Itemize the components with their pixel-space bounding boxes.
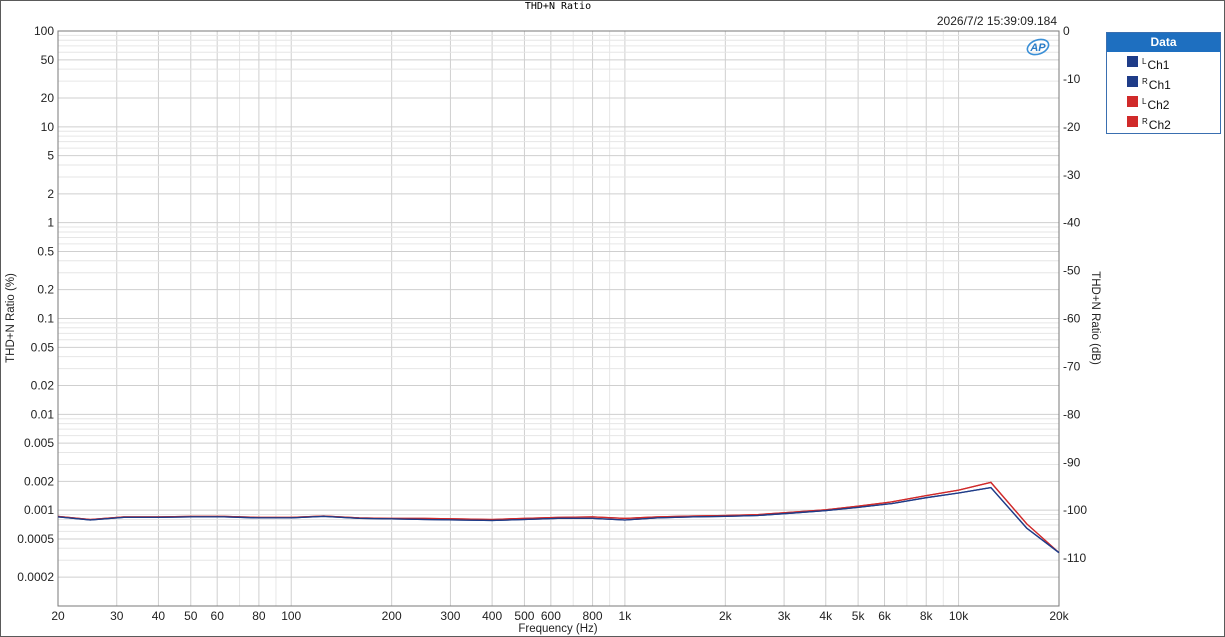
x-tick-label: 40 bbox=[152, 609, 166, 623]
y-left-tick-label: 0.2 bbox=[37, 283, 54, 297]
y-right-tick-label: -60 bbox=[1063, 312, 1081, 326]
x-tick-label: 500 bbox=[514, 609, 534, 623]
y-right-tick-label: -10 bbox=[1063, 72, 1081, 86]
legend-label: RCh2 bbox=[1142, 112, 1171, 135]
y-right-tick-label: -110 bbox=[1063, 551, 1086, 565]
y-left-tick-label: 2 bbox=[47, 187, 54, 201]
legend-channel: L bbox=[1142, 57, 1147, 66]
y-axis-left-ticks: 100 50 20 10 5 2 1 0.5 0.2 0.1 0.05 0.02 0.01 0.005 0.… bbox=[17, 24, 54, 584]
legend-item[interactable]: RCh2 bbox=[1107, 112, 1220, 132]
chart-title: THD+N Ratio bbox=[525, 1, 591, 12]
x-tick-label: 50 bbox=[184, 609, 198, 623]
ap-logo-text: AP bbox=[1029, 42, 1046, 54]
x-tick-label: 400 bbox=[482, 609, 502, 623]
legend-channel: L bbox=[1142, 97, 1147, 106]
x-axis-label: Frequency (Hz) bbox=[518, 623, 597, 635]
legend: Data LCh1 RCh1 LCh2 RCh2 bbox=[1106, 32, 1221, 134]
y-right-tick-label: -100 bbox=[1063, 503, 1087, 517]
x-tick-label: 300 bbox=[440, 609, 460, 623]
y-left-tick-label: 0.0005 bbox=[17, 532, 54, 546]
y-left-tick-label: 20 bbox=[41, 91, 55, 105]
legend-series-name: Ch2 bbox=[1148, 118, 1171, 132]
x-tick-label: 30 bbox=[110, 609, 124, 623]
x-tick-label: 200 bbox=[382, 609, 402, 623]
y-left-tick-label: 0.5 bbox=[37, 245, 54, 259]
series-line-r-ch1 bbox=[57, 486, 1060, 554]
x-tick-label: 4k bbox=[819, 609, 833, 623]
y-axis-left-label: THD+N Ratio (%) bbox=[5, 273, 17, 363]
legend-item[interactable]: RCh1 bbox=[1107, 72, 1220, 92]
x-tick-label: 20k bbox=[1049, 609, 1069, 623]
grid bbox=[57, 31, 1060, 607]
y-left-tick-label: 0.02 bbox=[31, 378, 55, 392]
x-tick-label: 10k bbox=[949, 609, 969, 623]
x-tick-label: 8k bbox=[920, 609, 934, 623]
x-tick-label: 20 bbox=[51, 609, 65, 623]
y-right-tick-label: -20 bbox=[1063, 120, 1081, 134]
y-right-tick-label: -80 bbox=[1063, 407, 1081, 421]
y-right-tick-label: 0 bbox=[1063, 24, 1070, 38]
y-left-tick-label: 0.1 bbox=[37, 312, 54, 326]
x-tick-label: 100 bbox=[281, 609, 301, 623]
y-right-tick-label: -30 bbox=[1063, 168, 1081, 182]
x-axis-ticks: 20 30 40 50 60 80 100 200 300 400 500 600 800 1k 2k 3k 4… bbox=[51, 609, 1069, 623]
y-left-tick-label: 5 bbox=[47, 149, 54, 163]
legend-series-name: Ch1 bbox=[1147, 58, 1170, 72]
legend-series-name: Ch2 bbox=[1147, 98, 1170, 112]
y-left-tick-label: 10 bbox=[41, 120, 55, 134]
y-left-tick-label: 0.001 bbox=[24, 503, 54, 517]
legend-title: Data bbox=[1107, 33, 1220, 52]
legend-swatch bbox=[1127, 56, 1138, 67]
legend-swatch bbox=[1127, 96, 1138, 107]
y-right-tick-label: -70 bbox=[1063, 359, 1081, 373]
legend-channel: R bbox=[1142, 117, 1148, 126]
y-left-tick-label: 50 bbox=[41, 53, 55, 67]
y-left-tick-label: 100 bbox=[34, 24, 54, 38]
x-tick-label: 1k bbox=[619, 609, 633, 623]
x-tick-label: 3k bbox=[778, 609, 792, 623]
y-axis-right-label: THD+N Ratio (dB) bbox=[1089, 271, 1101, 365]
legend-item[interactable]: LCh2 bbox=[1107, 92, 1220, 112]
y-left-tick-label: 1 bbox=[47, 216, 54, 230]
y-right-tick-label: -40 bbox=[1063, 216, 1081, 230]
y-left-tick-label: 0.01 bbox=[31, 407, 55, 421]
timestamp: 2026/7/2 15:39:09.184 bbox=[937, 14, 1057, 28]
y-left-tick-label: 0.002 bbox=[24, 474, 54, 488]
y-axis-right-ticks: 0 -10 -20 -30 -40 -50 -60 -70 -80 -90 -100 -110 bbox=[1063, 24, 1087, 565]
ap-logo: AP bbox=[1026, 38, 1050, 56]
legend-series-name: Ch1 bbox=[1148, 78, 1171, 92]
y-right-tick-label: -50 bbox=[1063, 264, 1081, 278]
legend-channel: R bbox=[1142, 77, 1148, 86]
y-left-tick-label: 0.0002 bbox=[17, 570, 54, 584]
x-tick-label: 80 bbox=[252, 609, 266, 623]
chart-canvas: THD+N Ratio 2026/7/2 15:39:09.184 20 30 40… bbox=[5, 1, 1101, 635]
legend-swatch bbox=[1127, 76, 1138, 87]
y-right-tick-label: -90 bbox=[1063, 455, 1081, 469]
series-layer bbox=[57, 481, 1060, 554]
x-tick-label: 60 bbox=[211, 609, 225, 623]
legend-items: LCh1 RCh1 LCh2 RCh2 bbox=[1107, 52, 1220, 132]
x-tick-label: 5k bbox=[852, 609, 866, 623]
x-tick-label: 6k bbox=[878, 609, 892, 623]
x-tick-label: 600 bbox=[541, 609, 561, 623]
series-line-l-ch1 bbox=[57, 486, 1060, 554]
legend-swatch bbox=[1127, 116, 1138, 127]
y-left-tick-label: 0.05 bbox=[31, 340, 55, 354]
legend-item[interactable]: LCh1 bbox=[1107, 52, 1220, 72]
x-tick-label: 2k bbox=[719, 609, 733, 623]
x-tick-label: 800 bbox=[583, 609, 603, 623]
y-left-tick-label: 0.005 bbox=[24, 436, 54, 450]
